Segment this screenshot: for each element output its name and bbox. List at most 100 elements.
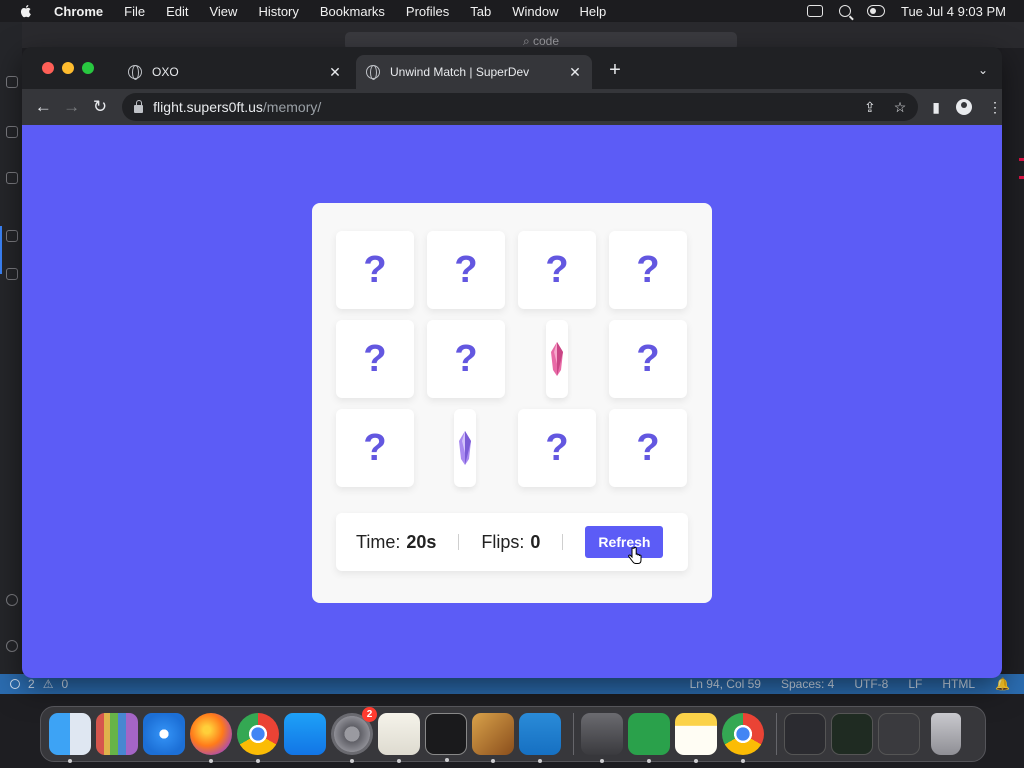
memory-card-flipped[interactable]: [546, 320, 568, 398]
memory-card-hidden[interactable]: ?: [518, 231, 596, 309]
memory-card-hidden[interactable]: ?: [518, 409, 596, 487]
window-thumbnail-icon[interactable]: [878, 713, 920, 755]
back-button[interactable]: ←: [29, 93, 57, 121]
menu-edit[interactable]: Edit: [166, 4, 188, 19]
tab-oxo[interactable]: OXO ✕: [118, 55, 352, 89]
textedit-icon[interactable]: [378, 713, 420, 763]
account-icon[interactable]: [6, 594, 18, 606]
close-tab-icon[interactable]: ✕: [568, 64, 582, 80]
calculator-icon[interactable]: [581, 713, 623, 763]
menu-window[interactable]: Window: [512, 4, 558, 19]
safari-icon[interactable]: [143, 713, 185, 755]
memory-card-hidden[interactable]: ?: [336, 409, 414, 487]
flips-stat: Flips: 0: [481, 532, 540, 553]
chrome-menu-kebab-icon[interactable]: ⋮: [988, 99, 1002, 116]
memory-card-hidden[interactable]: ?: [336, 231, 414, 309]
lock-icon[interactable]: [134, 100, 144, 113]
globe-icon: [366, 65, 380, 80]
menu-app-name[interactable]: Chrome: [54, 4, 103, 19]
close-tab-icon[interactable]: ✕: [328, 64, 342, 80]
menu-file[interactable]: File: [124, 4, 145, 19]
memory-card-flipped[interactable]: [454, 409, 476, 487]
menu-help[interactable]: Help: [580, 4, 607, 19]
running-indicator: [694, 759, 698, 763]
garageband-icon[interactable]: [472, 713, 514, 763]
apple-logo-icon[interactable]: [18, 3, 34, 19]
reload-button[interactable]: ↻: [86, 93, 114, 121]
browser-toolbar: ← → ↻ flight.supers0ft.us/memory/ ⇪ ☆ ▮ …: [22, 89, 1002, 125]
chrome-icon[interactable]: [722, 713, 764, 763]
menu-history[interactable]: History: [258, 4, 298, 19]
error-count[interactable]: 2: [28, 677, 35, 691]
memory-card-hidden[interactable]: ?: [427, 231, 505, 309]
memory-card-hidden[interactable]: ?: [336, 320, 414, 398]
stat-divider: [458, 534, 460, 550]
memory-card-hidden[interactable]: ?: [609, 231, 687, 309]
explorer-icon[interactable]: [6, 76, 18, 88]
side-panel-icon[interactable]: ▮: [932, 99, 940, 116]
tab-unwind-match[interactable]: Unwind Match | SuperDev ✕: [356, 55, 592, 89]
profile-avatar-icon[interactable]: [956, 99, 973, 115]
running-indicator: [445, 758, 449, 762]
menubar-clock[interactable]: Tue Jul 4 9:03 PM: [901, 4, 1006, 19]
firefox-icon[interactable]: [190, 713, 232, 763]
control-center-icon[interactable]: [866, 5, 885, 17]
notes-icon[interactable]: [675, 713, 717, 763]
time-stat: Time: 20s: [356, 532, 436, 553]
time-label: Time:: [356, 531, 401, 552]
warning-icon: ⚠: [42, 677, 54, 691]
menu-tab[interactable]: Tab: [470, 4, 491, 19]
address-bar[interactable]: flight.supers0ft.us/memory/ ⇪ ☆: [122, 93, 919, 121]
language-mode[interactable]: HTML: [942, 677, 975, 691]
editor-minimap: [1002, 48, 1024, 674]
line-ending[interactable]: LF: [908, 677, 922, 691]
launchpad-icon[interactable]: [96, 713, 138, 755]
chrome-window: OXO ✕ Unwind Match | SuperDev ✕ + ⌄ ← → …: [22, 47, 1002, 678]
menu-view[interactable]: View: [209, 4, 237, 19]
tab-search-chevron-icon[interactable]: ⌄: [978, 63, 988, 77]
app-store-icon[interactable]: [284, 713, 326, 755]
running-indicator: [209, 759, 213, 763]
indentation[interactable]: Spaces: 4: [781, 677, 834, 691]
spotlight-search-icon[interactable]: [838, 5, 851, 17]
share-icon[interactable]: ⇪: [864, 99, 876, 116]
menu-profiles[interactable]: Profiles: [406, 4, 449, 19]
terminal-icon[interactable]: [425, 713, 467, 762]
search-icon[interactable]: [6, 126, 18, 138]
forward-button[interactable]: →: [57, 93, 85, 121]
close-window-button[interactable]: [42, 62, 54, 74]
notification-badge: 2: [362, 707, 377, 722]
finder-icon[interactable]: [49, 713, 91, 763]
minimize-window-button[interactable]: [62, 62, 74, 74]
memory-card-hidden[interactable]: ?: [609, 320, 687, 398]
page-content: ? ? ? ? ? ? ? ? ? ? Time: 20s Flips: 0 R…: [22, 125, 1002, 678]
extensions-icon[interactable]: [6, 268, 18, 280]
numbers-icon[interactable]: [628, 713, 670, 763]
debug-icon[interactable]: [6, 230, 18, 242]
refresh-button[interactable]: Refresh: [585, 526, 664, 558]
screen-mirroring-icon[interactable]: [806, 5, 823, 17]
memory-card-hidden[interactable]: ?: [427, 320, 505, 398]
purple-crystal-icon: [459, 431, 471, 465]
fullscreen-window-button[interactable]: [82, 62, 94, 74]
system-settings-icon[interactable]: 2: [331, 707, 377, 763]
manage-gear-icon[interactable]: [6, 640, 18, 652]
window-thumbnail-icon[interactable]: [831, 713, 873, 755]
trash-icon[interactable]: [931, 713, 961, 755]
menu-bookmarks[interactable]: Bookmarks: [320, 4, 385, 19]
new-tab-button[interactable]: +: [606, 60, 624, 80]
bookmark-star-icon[interactable]: ☆: [894, 99, 907, 116]
notifications-bell-icon[interactable]: 🔔: [995, 677, 1010, 691]
window-thumbnail-icon[interactable]: [784, 713, 826, 755]
source-control-icon[interactable]: [6, 172, 18, 184]
tab-strip: OXO ✕ Unwind Match | SuperDev ✕ + ⌄: [22, 47, 1002, 89]
vscode-icon[interactable]: [519, 713, 561, 763]
cursor-position[interactable]: Ln 94, Col 59: [690, 677, 761, 691]
flips-value: 0: [530, 531, 541, 552]
chrome-icon[interactable]: [237, 713, 279, 763]
memory-card-hidden[interactable]: ?: [609, 409, 687, 487]
warning-count[interactable]: 0: [61, 677, 68, 691]
error-icon: [10, 679, 20, 689]
encoding[interactable]: UTF-8: [854, 677, 888, 691]
running-indicator: [256, 759, 260, 763]
